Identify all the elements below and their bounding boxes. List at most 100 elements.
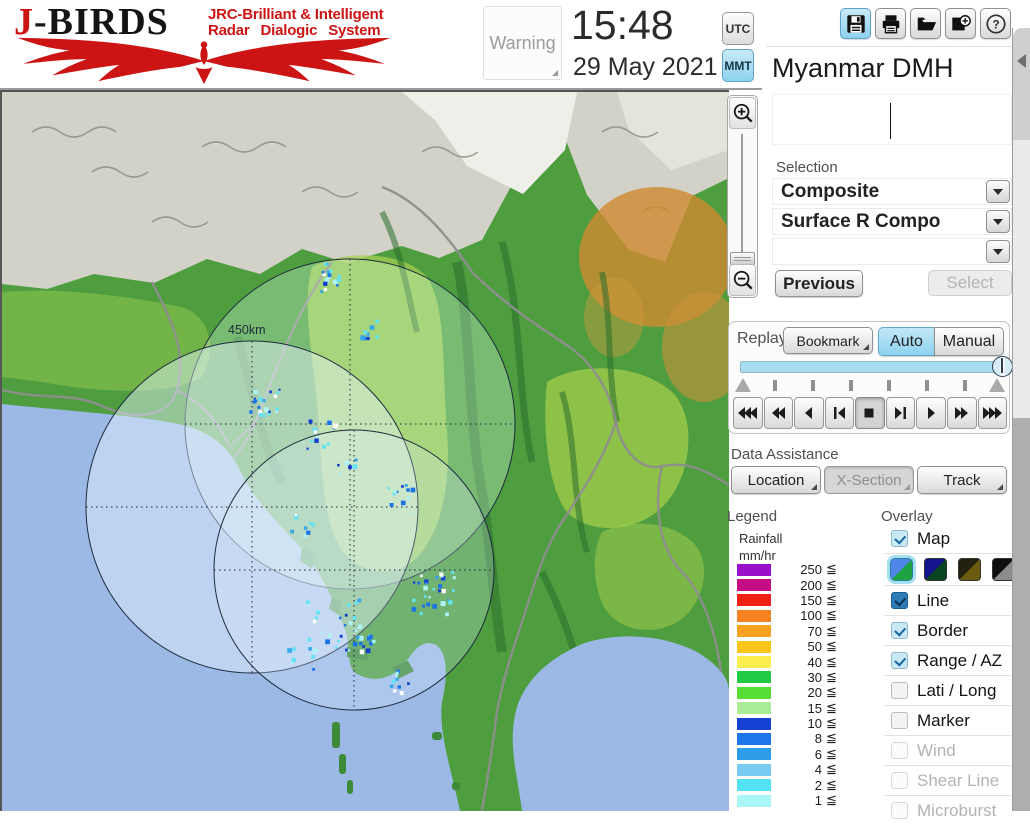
map-style-dark-olive[interactable]: [958, 558, 981, 581]
legend-row: 100 ≦: [727, 608, 847, 623]
overlay-checkbox-border[interactable]: [891, 622, 908, 639]
overlay-checkbox-shear-line: [891, 772, 908, 789]
select-button[interactable]: Select: [928, 270, 1012, 296]
add-image-button[interactable]: [945, 8, 976, 39]
dropdown-product-category[interactable]: Composite: [772, 178, 1012, 205]
dropdown-arrow-button[interactable]: [986, 210, 1010, 233]
logo-taglines: JRC-Brilliant & Intelligent Radar Dialog…: [208, 6, 384, 39]
save-button[interactable]: [840, 8, 871, 39]
skip-forward-button[interactable]: [977, 397, 1008, 429]
zoom-slider-track[interactable]: [741, 134, 743, 256]
status-cursor: [890, 103, 891, 139]
stop-button[interactable]: [855, 397, 885, 429]
overlay-item-label: Lati / Long: [917, 680, 997, 700]
ruler-tick: [811, 380, 815, 391]
logo-tagline-1: JRC-Brilliant & Intelligent: [208, 6, 384, 23]
utc-button[interactable]: UTC: [722, 12, 754, 45]
play-reverse-button[interactable]: [794, 397, 824, 429]
overlay-rows: Map Line Border Range / AZ Lati / Long Marker…: [884, 524, 1015, 825]
legend-value: 100: [800, 608, 822, 624]
help-glyph: ?: [992, 17, 999, 31]
dropdown-product-type[interactable]: Surface R Compo: [772, 208, 1012, 235]
zoom-in-button[interactable]: [729, 97, 756, 129]
legend-value: 10: [807, 716, 822, 732]
zoom-out-magnifier-icon: [733, 270, 753, 290]
dropdown-arrow-button[interactable]: [986, 180, 1010, 203]
replay-label: Replay: [737, 330, 787, 347]
range-end-marker[interactable]: [989, 378, 1005, 392]
range-start-marker[interactable]: [735, 378, 751, 392]
replay-slider-handle[interactable]: [992, 356, 1013, 377]
timezone-toggle: UTC MMT: [722, 12, 754, 86]
mmt-button[interactable]: MMT: [722, 49, 754, 82]
fast-forward-button[interactable]: [946, 397, 977, 429]
overlay-row: Wind: [884, 735, 1011, 765]
site-title: Myanmar DMH: [772, 53, 954, 83]
overlay-checkbox-line[interactable]: [891, 592, 908, 609]
previous-button[interactable]: Previous: [775, 270, 863, 297]
overlay-checkbox-map[interactable]: [891, 530, 908, 547]
ruler-tick: [773, 380, 777, 391]
legend-color-chip: [737, 794, 771, 807]
help-button[interactable]: ?: [980, 8, 1011, 39]
overlay-item-label: Line: [917, 590, 950, 610]
stop-icon: [864, 408, 874, 418]
track-button[interactable]: Track: [917, 466, 1007, 494]
replay-ruler: [735, 377, 1005, 393]
overlay-item-label: Marker: [917, 710, 970, 730]
bookmark-button[interactable]: Bookmark: [783, 327, 873, 354]
legend-color-chip: [737, 609, 771, 622]
overlay-checkbox-marker[interactable]: [891, 712, 908, 729]
overlay-row: Microburst: [884, 795, 1011, 825]
legend-rows: 250 ≦ 200 ≦ 150 ≦ 100 ≦ 70 ≦ 50 ≦ 40 ≦ 30 ≦ 20 ≦ 15 ≦ 10 ≦ 8 ≦ 6…: [727, 562, 847, 808]
step-forward-button[interactable]: [885, 397, 916, 429]
lte-symbol: ≦: [826, 592, 837, 608]
help-icon: ?: [985, 13, 1006, 34]
manual-mode-button[interactable]: Manual: [934, 327, 1004, 356]
auto-mode-button[interactable]: Auto: [878, 327, 935, 356]
legend-row: 15 ≦: [727, 701, 847, 716]
legend-color-chip: [737, 656, 771, 669]
collapse-left-arrow-icon[interactable]: [1017, 54, 1026, 68]
overlay-row: Map: [884, 524, 1011, 553]
overlay-checkbox-lati-long[interactable]: [891, 682, 908, 699]
legend-row: 6 ≦: [727, 747, 847, 762]
location-button[interactable]: Location: [731, 466, 821, 494]
legend-color-chip: [737, 732, 771, 745]
data-assistance-label: Data Assistance: [731, 446, 839, 463]
legend-row: 250 ≦: [727, 562, 847, 577]
legend-value: 70: [807, 623, 822, 639]
rewind-button[interactable]: [763, 397, 794, 429]
overlay-checkbox-range-az[interactable]: [891, 652, 908, 669]
overlay-checkbox-wind: [891, 742, 908, 759]
print-button[interactable]: [875, 8, 906, 39]
step-backward-button[interactable]: [824, 397, 855, 429]
map-style-blue-green[interactable]: [890, 558, 913, 581]
play-icon: [927, 407, 935, 419]
zoom-out-button[interactable]: [729, 264, 756, 296]
overlay-row: Marker: [884, 705, 1011, 735]
lte-symbol: ≦: [826, 669, 837, 685]
lte-symbol: ≦: [826, 793, 837, 809]
lte-symbol: ≦: [826, 639, 837, 655]
open-folder-button[interactable]: [910, 8, 941, 39]
legend-value: 150: [800, 592, 822, 608]
map-style-navy-darkgreen[interactable]: [924, 558, 947, 581]
lte-symbol: ≦: [826, 685, 837, 701]
play-button[interactable]: [916, 397, 946, 429]
radar-map[interactable]: 450km: [0, 90, 746, 812]
warning-button[interactable]: Warning: [483, 6, 562, 80]
overlay-item-label: Map: [917, 528, 951, 548]
x-section-button[interactable]: X-Section: [824, 466, 914, 494]
overlay-item-label: Range / AZ: [917, 650, 1003, 670]
red-eagle-icon: [17, 37, 391, 85]
lte-symbol: ≦: [826, 746, 837, 762]
warning-label: Warning: [489, 32, 556, 53]
replay-slider-track[interactable]: [740, 356, 1013, 377]
legend-color-chip: [737, 563, 771, 576]
map-zoom-control: [727, 95, 758, 298]
legend-row: 200 ≦: [727, 577, 847, 593]
dropdown-arrow-button[interactable]: [986, 240, 1010, 263]
dropdown-product-option[interactable]: [772, 238, 1012, 265]
fast-rewind-button[interactable]: [733, 397, 763, 429]
